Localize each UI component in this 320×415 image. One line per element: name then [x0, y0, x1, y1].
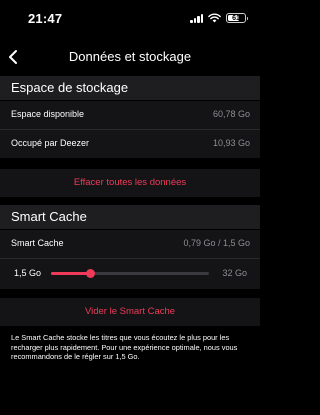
clear-all-data-button[interactable]: Effacer toutes les données — [0, 169, 260, 197]
clear-all-data-label: Effacer toutes les données — [73, 177, 187, 188]
wifi-icon — [208, 13, 221, 23]
smart-cache-section-title: Smart Cache — [11, 209, 87, 224]
navigation-bar: Données et stockage — [0, 40, 260, 74]
available-space-label: Espace disponible — [11, 109, 85, 119]
status-time: 21:47 — [28, 11, 63, 26]
clear-smart-cache-button[interactable]: Vider le Smart Cache — [0, 298, 260, 326]
clear-smart-cache-label: Vider le Smart Cache — [84, 306, 176, 317]
slider-min-label: 1,5 Go — [14, 268, 42, 278]
slider-max-label: 32 Go — [222, 268, 247, 278]
deezer-usage-value: 10,93 Go — [212, 138, 250, 148]
smart-cache-usage-value: 0,79 Go / 1,5 Go — [183, 238, 250, 248]
storage-section-header: Espace de stockage — [0, 76, 260, 100]
smart-cache-slider[interactable] — [51, 269, 209, 278]
smart-cache-slider-row: 1,5 Go 32 Go — [0, 259, 260, 289]
cellular-signal-icon — [190, 13, 203, 23]
slider-thumb[interactable] — [86, 269, 95, 278]
smart-cache-description: Le Smart Cache stocke les titres que vou… — [11, 333, 238, 361]
smart-cache-label: Smart Cache — [11, 238, 64, 248]
battery-level: 61 — [232, 14, 240, 22]
available-space-row: Espace disponible 60,78 Go — [0, 101, 260, 129]
deezer-usage-row: Occupé par Deezer 10,93 Go — [0, 130, 260, 158]
storage-section-title: Espace de stockage — [11, 80, 129, 95]
status-icons: 61 — [190, 12, 248, 24]
page-title: Données et stockage — [68, 49, 192, 64]
slider-fill — [51, 272, 91, 275]
deezer-usage-label: Occupé par Deezer — [11, 138, 90, 148]
smart-cache-row: Smart Cache 0,79 Go / 1,5 Go — [0, 230, 260, 258]
smart-cache-section-header: Smart Cache — [0, 205, 260, 229]
battery-icon: 61 — [226, 13, 248, 23]
status-bar: 21:47 61 — [0, 0, 260, 34]
available-space-value: 60,78 Go — [212, 109, 250, 119]
